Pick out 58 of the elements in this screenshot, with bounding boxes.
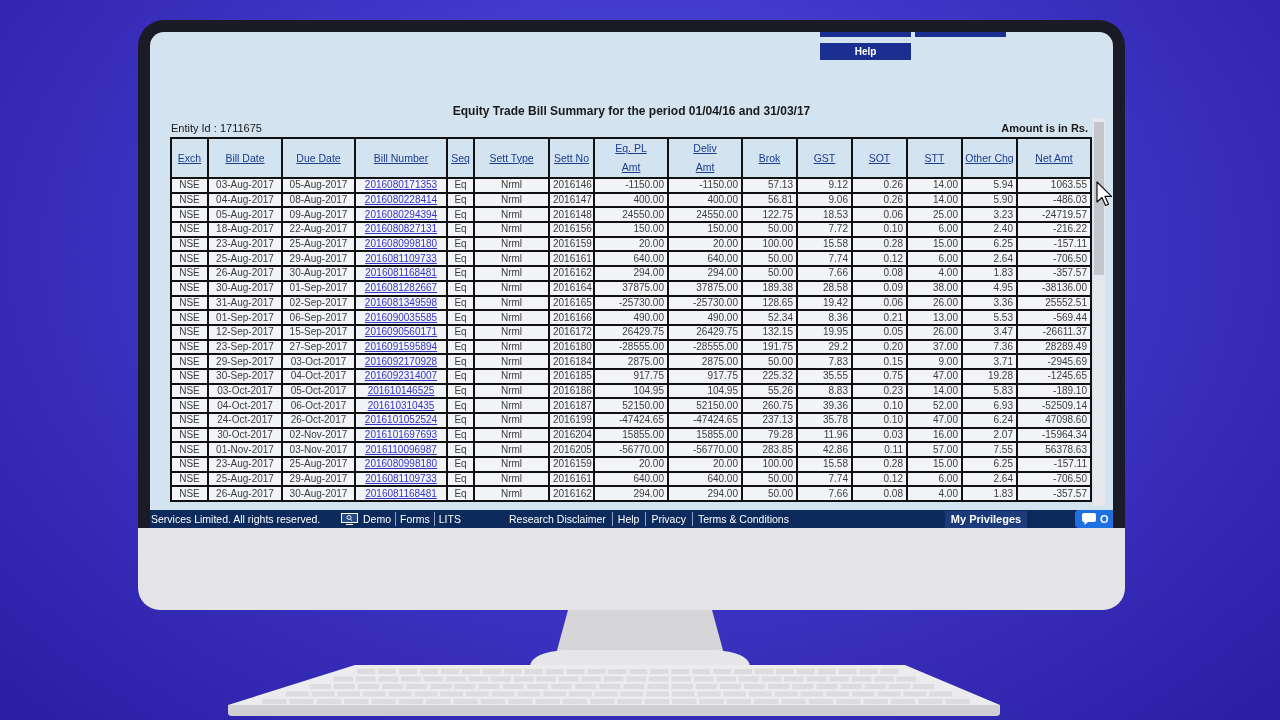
help-button[interactable]: Help [820, 43, 911, 60]
bill-number-link[interactable]: 2016080998180 [364, 458, 438, 470]
scrollbar-track[interactable] [1093, 118, 1105, 506]
bill-number-link[interactable]: 2016081109733 [365, 252, 437, 264]
column-header[interactable]: Brok [742, 138, 797, 178]
speech-bubble-icon [1082, 513, 1096, 525]
bill-number-link[interactable]: 2016081109733 [365, 473, 437, 485]
column-header[interactable]: Net Amt [1017, 138, 1091, 178]
bill-number-link[interactable]: 2016081282667 [364, 282, 438, 294]
bill-number-link[interactable]: 2016080294394 [364, 208, 438, 220]
bill-number-link[interactable]: 201610146525 [367, 384, 435, 396]
bill-number-link[interactable]: 2016081168481 [365, 267, 437, 279]
bill-number-link[interactable]: 2016081168481 [365, 487, 437, 499]
column-header[interactable]: Bill Number [355, 138, 447, 178]
bill-number-link[interactable]: 2016080827131 [364, 223, 438, 235]
bill-number-link[interactable]: 2016110096987 [365, 443, 437, 455]
footer-link[interactable]: Demo [341, 512, 391, 526]
column-header[interactable]: Bill Date [208, 138, 282, 178]
footer-link[interactable]: Forms [395, 512, 430, 526]
column-header[interactable]: Other Chg [962, 138, 1017, 178]
my-privileges-button[interactable]: My Privileges [945, 510, 1027, 528]
bill-number-link[interactable]: 2016092314007 [364, 370, 438, 382]
bill-number-link[interactable]: 2016090560171 [364, 326, 438, 338]
page-title: Equity Trade Bill Summary for the period 01/04/16 and 31/03/17 [452, 104, 811, 118]
bill-number-link[interactable]: 2016080171353 [364, 179, 438, 191]
footer-link[interactable]: Help [611, 512, 640, 526]
monitor-icon [341, 513, 358, 525]
bill-number-link[interactable]: 2016101697693 [364, 429, 438, 441]
bill-number-link[interactable]: 201610310435 [367, 399, 435, 411]
copyright-text: Services Limited. All rights reserved. [151, 513, 321, 525]
footer-link[interactable]: LITS [433, 512, 461, 526]
bill-number-link[interactable]: 2016080228414 [364, 194, 438, 206]
bill-number-link[interactable]: 2016092170928 [364, 355, 438, 367]
column-header[interactable]: STT [907, 138, 962, 178]
scrollbar-thumb[interactable] [1094, 122, 1104, 275]
bill-number-link[interactable]: 2016091595894 [364, 340, 438, 352]
footer-link[interactable]: Terms & Conditions [691, 512, 789, 526]
mouse-pointer-icon [1096, 181, 1113, 207]
bill-number-link[interactable]: 2016101052524 [364, 414, 438, 426]
bill-number-link[interactable]: 2016080998180 [364, 238, 438, 250]
column-header[interactable]: Sett No [549, 138, 594, 178]
column-header[interactable]: Eq. PL Amt [594, 138, 668, 178]
column-header[interactable]: Seq [447, 138, 474, 178]
column-header[interactable]: Due Date [282, 138, 355, 178]
column-header[interactable]: GST [797, 138, 852, 178]
cropped-button[interactable] [915, 32, 1006, 37]
cropped-button[interactable] [820, 32, 911, 37]
bill-number-link[interactable]: 2016090035585 [364, 311, 438, 323]
chat-button[interactable]: O [1075, 510, 1113, 528]
footer-link[interactable]: Privacy [645, 512, 686, 526]
column-header[interactable]: Deliv Amt [668, 138, 742, 178]
column-header[interactable]: SOT [852, 138, 907, 178]
bill-number-link[interactable]: 2016081349598 [364, 296, 438, 308]
entity-id-text: Entity Id : 1711675 [171, 122, 262, 134]
amount-note: Amount is in Rs. [1001, 122, 1088, 134]
footer-link[interactable]: Research Disclaimer [509, 512, 606, 526]
column-header[interactable]: Sett Type [474, 138, 549, 178]
column-header[interactable]: Exch [171, 138, 208, 178]
